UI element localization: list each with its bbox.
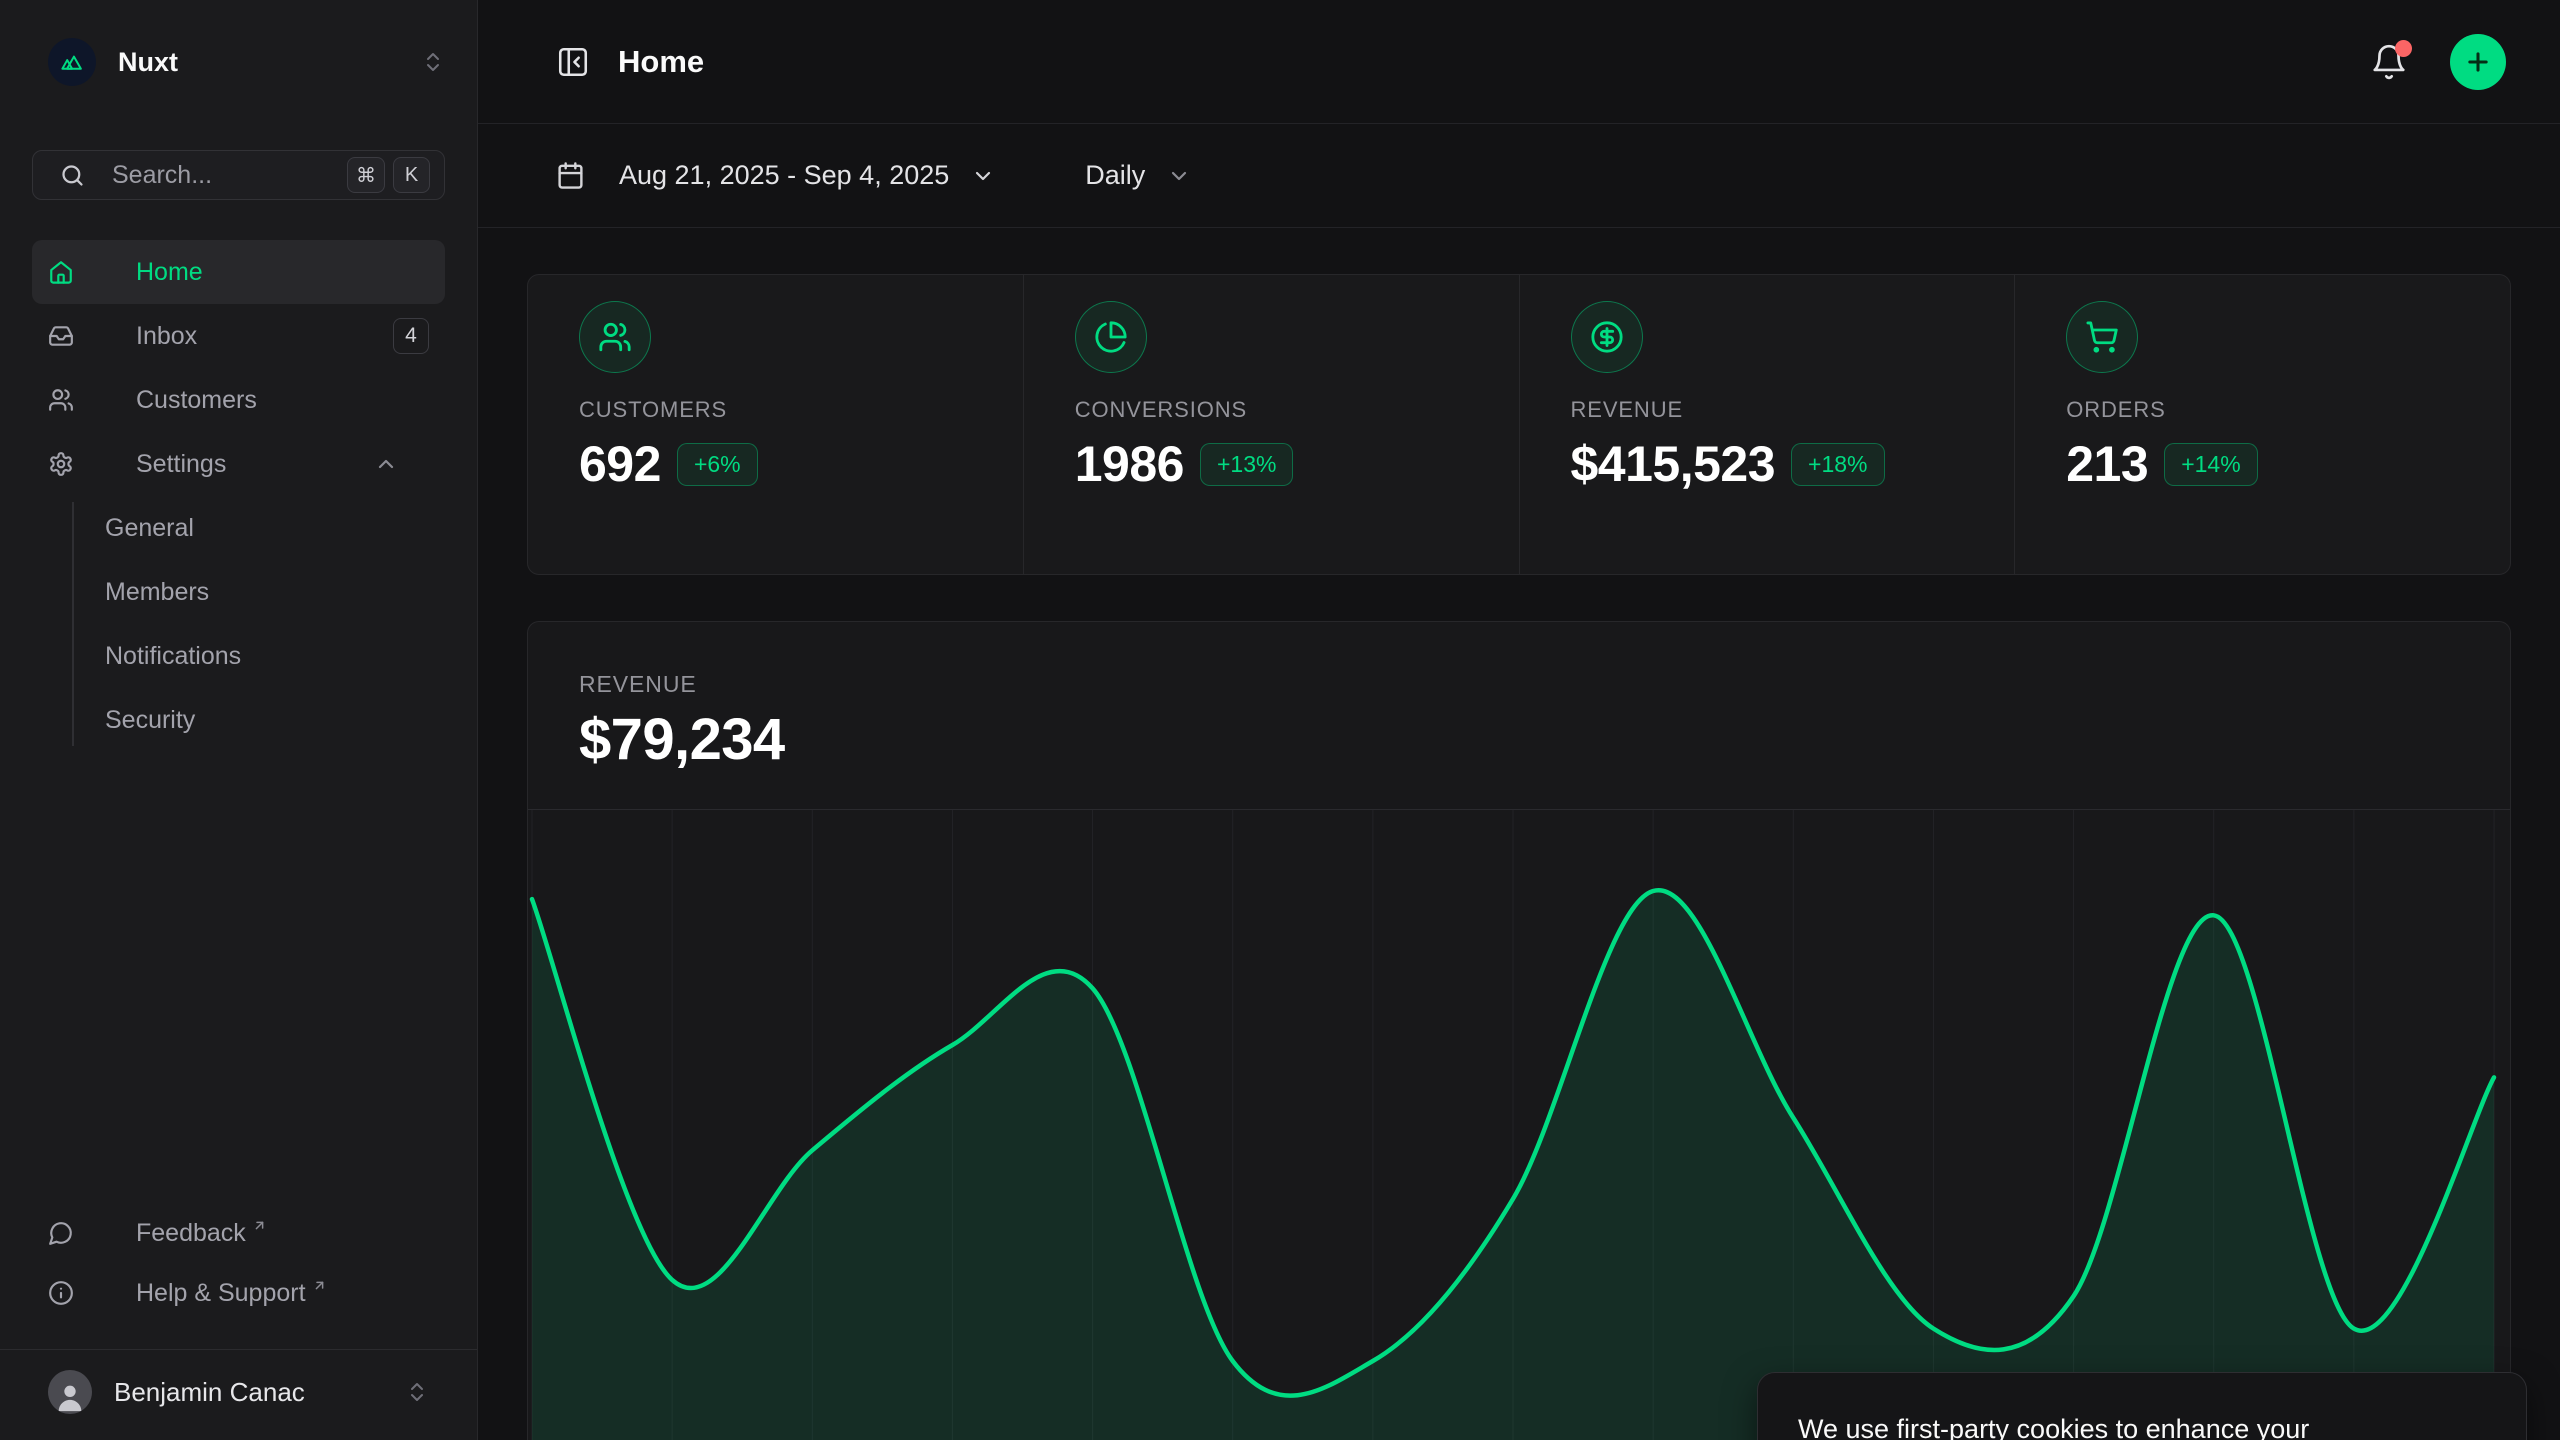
stat-value: $415,523 <box>1571 435 1776 493</box>
stat-value: 1986 <box>1075 435 1184 493</box>
stat-label: CUSTOMERS <box>579 397 1023 423</box>
stat-value: 213 <box>2066 435 2148 493</box>
revenue-panel-label: REVENUE <box>579 670 2510 698</box>
notification-dot <box>2395 40 2412 57</box>
gear-icon <box>48 451 105 477</box>
user-menu[interactable]: Benjamin Canac <box>32 1350 445 1440</box>
calendar-icon <box>556 161 585 190</box>
sidebar-item-general[interactable]: General <box>32 496 445 560</box>
kbd-meta: ⌘ <box>347 157 385 193</box>
help-support-label: Help & Support <box>136 1279 306 1308</box>
add-button[interactable] <box>2450 34 2506 90</box>
sidebar-item-home[interactable]: Home <box>32 240 445 304</box>
stat-label: REVENUE <box>1571 397 2015 423</box>
sidebar-nav: Home Inbox 4 Customers <box>32 240 445 752</box>
search-placeholder: Search... <box>112 161 339 190</box>
shopping-cart-icon <box>2066 301 2138 373</box>
page-header: Home <box>478 0 2560 124</box>
info-circle-icon <box>48 1280 105 1306</box>
sub-item-label: General <box>105 514 194 543</box>
revenue-chart-card: REVENUE $79,234 <box>527 621 2511 1440</box>
stat-delta-badge: +18% <box>1791 443 1884 486</box>
users-icon <box>48 387 105 413</box>
sidebar-item-inbox[interactable]: Inbox 4 <box>32 304 445 368</box>
chevron-down-icon <box>1167 164 1191 188</box>
sidebar-item-settings[interactable]: Settings <box>32 432 445 496</box>
home-icon <box>48 259 105 285</box>
dollar-circle-icon <box>1571 301 1643 373</box>
sub-item-label: Members <box>105 578 209 607</box>
date-range-picker[interactable]: Aug 21, 2025 - Sep 4, 2025 <box>556 160 995 191</box>
sub-item-label: Security <box>105 706 195 735</box>
chevron-down-icon <box>971 164 995 188</box>
plus-icon <box>2464 48 2492 76</box>
revenue-panel-value: $79,234 <box>579 710 2510 770</box>
dashboard-content: CUSTOMERS 692 +6% CONVERSIONS 1986 <box>478 228 2560 1440</box>
stats-card: CUSTOMERS 692 +6% CONVERSIONS 1986 <box>527 274 2511 575</box>
sidebar-item-customers[interactable]: Customers <box>32 368 445 432</box>
stat-delta-badge: +14% <box>2164 443 2257 486</box>
users-icon <box>579 301 651 373</box>
feedback-link[interactable]: Feedback <box>32 1203 445 1263</box>
settings-subnav: General Members Notifications Security <box>32 496 445 752</box>
stat-conversions: CONVERSIONS 1986 +13% <box>1023 275 1519 574</box>
workspace-switcher[interactable]: Nuxt <box>32 36 445 88</box>
stat-orders: ORDERS 213 +14% <box>2014 275 2510 574</box>
stat-revenue: REVENUE $415,523 +18% <box>1519 275 2015 574</box>
workspace-name: Nuxt <box>118 47 421 78</box>
stat-label: ORDERS <box>2066 397 2510 423</box>
main-area: Home Aug 21, 2025 - Sep <box>478 0 2560 1440</box>
chevron-up-icon <box>374 452 429 476</box>
sidebar-item-label: Home <box>136 258 203 287</box>
filters-toolbar: Aug 21, 2025 - Sep 4, 2025 Daily <box>478 124 2560 228</box>
search-icon <box>59 162 86 189</box>
avatar <box>48 1370 92 1414</box>
sub-item-label: Notifications <box>105 642 241 671</box>
sidebar-collapse-button[interactable] <box>556 45 590 79</box>
pie-chart-icon <box>1075 301 1147 373</box>
chevrons-up-down-icon <box>405 1380 429 1404</box>
stat-value: 692 <box>579 435 661 493</box>
cookie-message: We use first-party cookies to enhance yo… <box>1798 1409 2428 1440</box>
granularity-label: Daily <box>1085 160 1145 191</box>
user-name: Benjamin Canac <box>114 1377 405 1408</box>
sidebar: Nuxt Search... ⌘ K <box>0 0 478 1440</box>
sidebar-item-label: Customers <box>136 386 257 415</box>
kbd-k: K <box>393 157 430 193</box>
sidebar-item-label: Settings <box>136 450 226 479</box>
stat-label: CONVERSIONS <box>1075 397 1519 423</box>
granularity-select[interactable]: Daily <box>1085 160 1191 191</box>
notifications-button[interactable] <box>2370 43 2408 81</box>
help-support-link[interactable]: Help & Support <box>32 1263 445 1323</box>
inbox-icon <box>48 323 105 349</box>
sidebar-item-security[interactable]: Security <box>32 688 445 752</box>
sidebar-item-notifications[interactable]: Notifications <box>32 624 445 688</box>
date-range-label: Aug 21, 2025 - Sep 4, 2025 <box>619 160 949 191</box>
app-window: Nuxt Search... ⌘ K <box>0 0 2560 1440</box>
stat-delta-badge: +13% <box>1200 443 1293 486</box>
cookie-banner: We use first-party cookies to enhance yo… <box>1757 1372 2527 1440</box>
external-link-icon <box>252 1218 298 1233</box>
page-title: Home <box>618 44 2370 80</box>
nuxt-logo-icon <box>48 38 96 86</box>
chevrons-up-down-icon <box>421 50 445 74</box>
message-circle-icon <box>48 1220 105 1246</box>
external-link-icon <box>312 1278 358 1293</box>
sidebar-item-label: Inbox <box>136 322 197 351</box>
inbox-count-badge: 4 <box>393 318 429 354</box>
feedback-label: Feedback <box>136 1219 246 1248</box>
search-input[interactable]: Search... ⌘ K <box>32 150 445 200</box>
sidebar-item-members[interactable]: Members <box>32 560 445 624</box>
revenue-chart <box>528 809 2510 1440</box>
stat-delta-badge: +6% <box>677 443 758 486</box>
stat-customers: CUSTOMERS 692 +6% <box>528 275 1023 574</box>
